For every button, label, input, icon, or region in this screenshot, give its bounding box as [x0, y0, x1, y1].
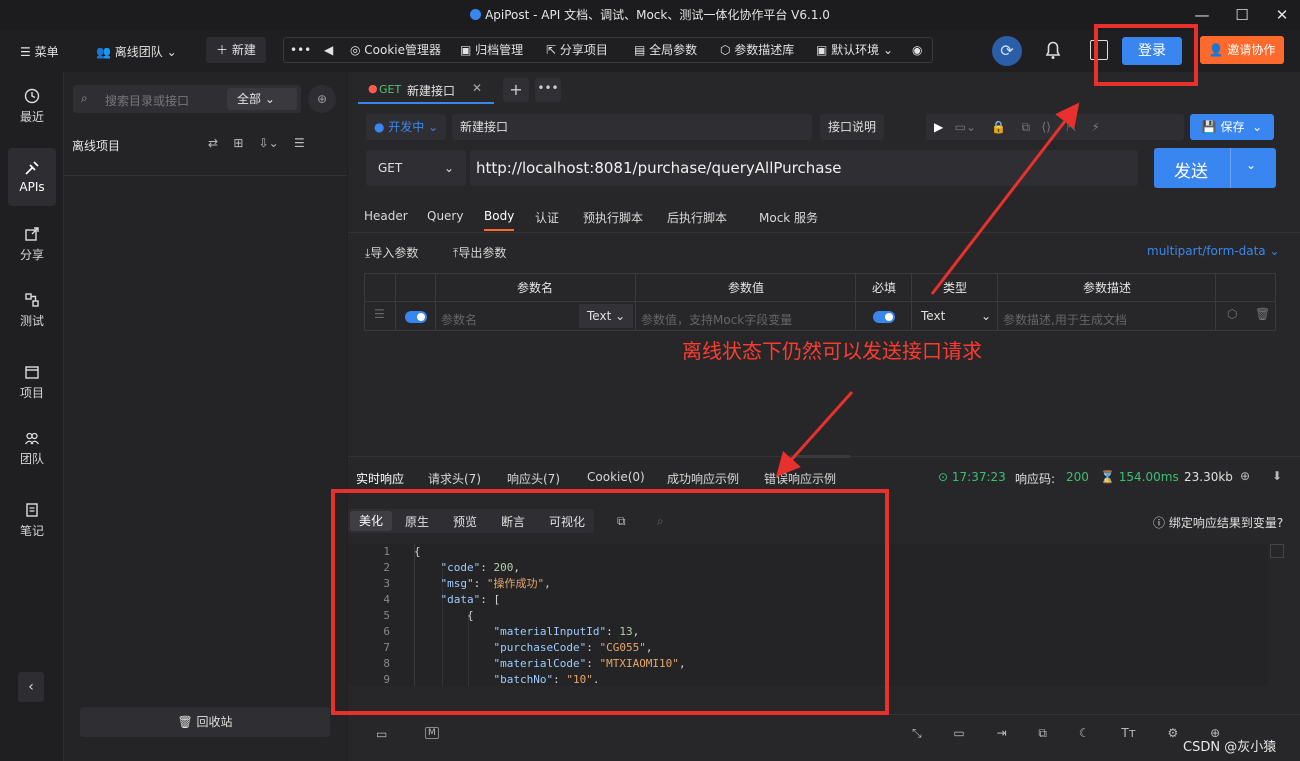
watermark: CSDN @灰小猿 [1183, 740, 1277, 755]
annotation-arrows [775, 102, 1080, 477]
